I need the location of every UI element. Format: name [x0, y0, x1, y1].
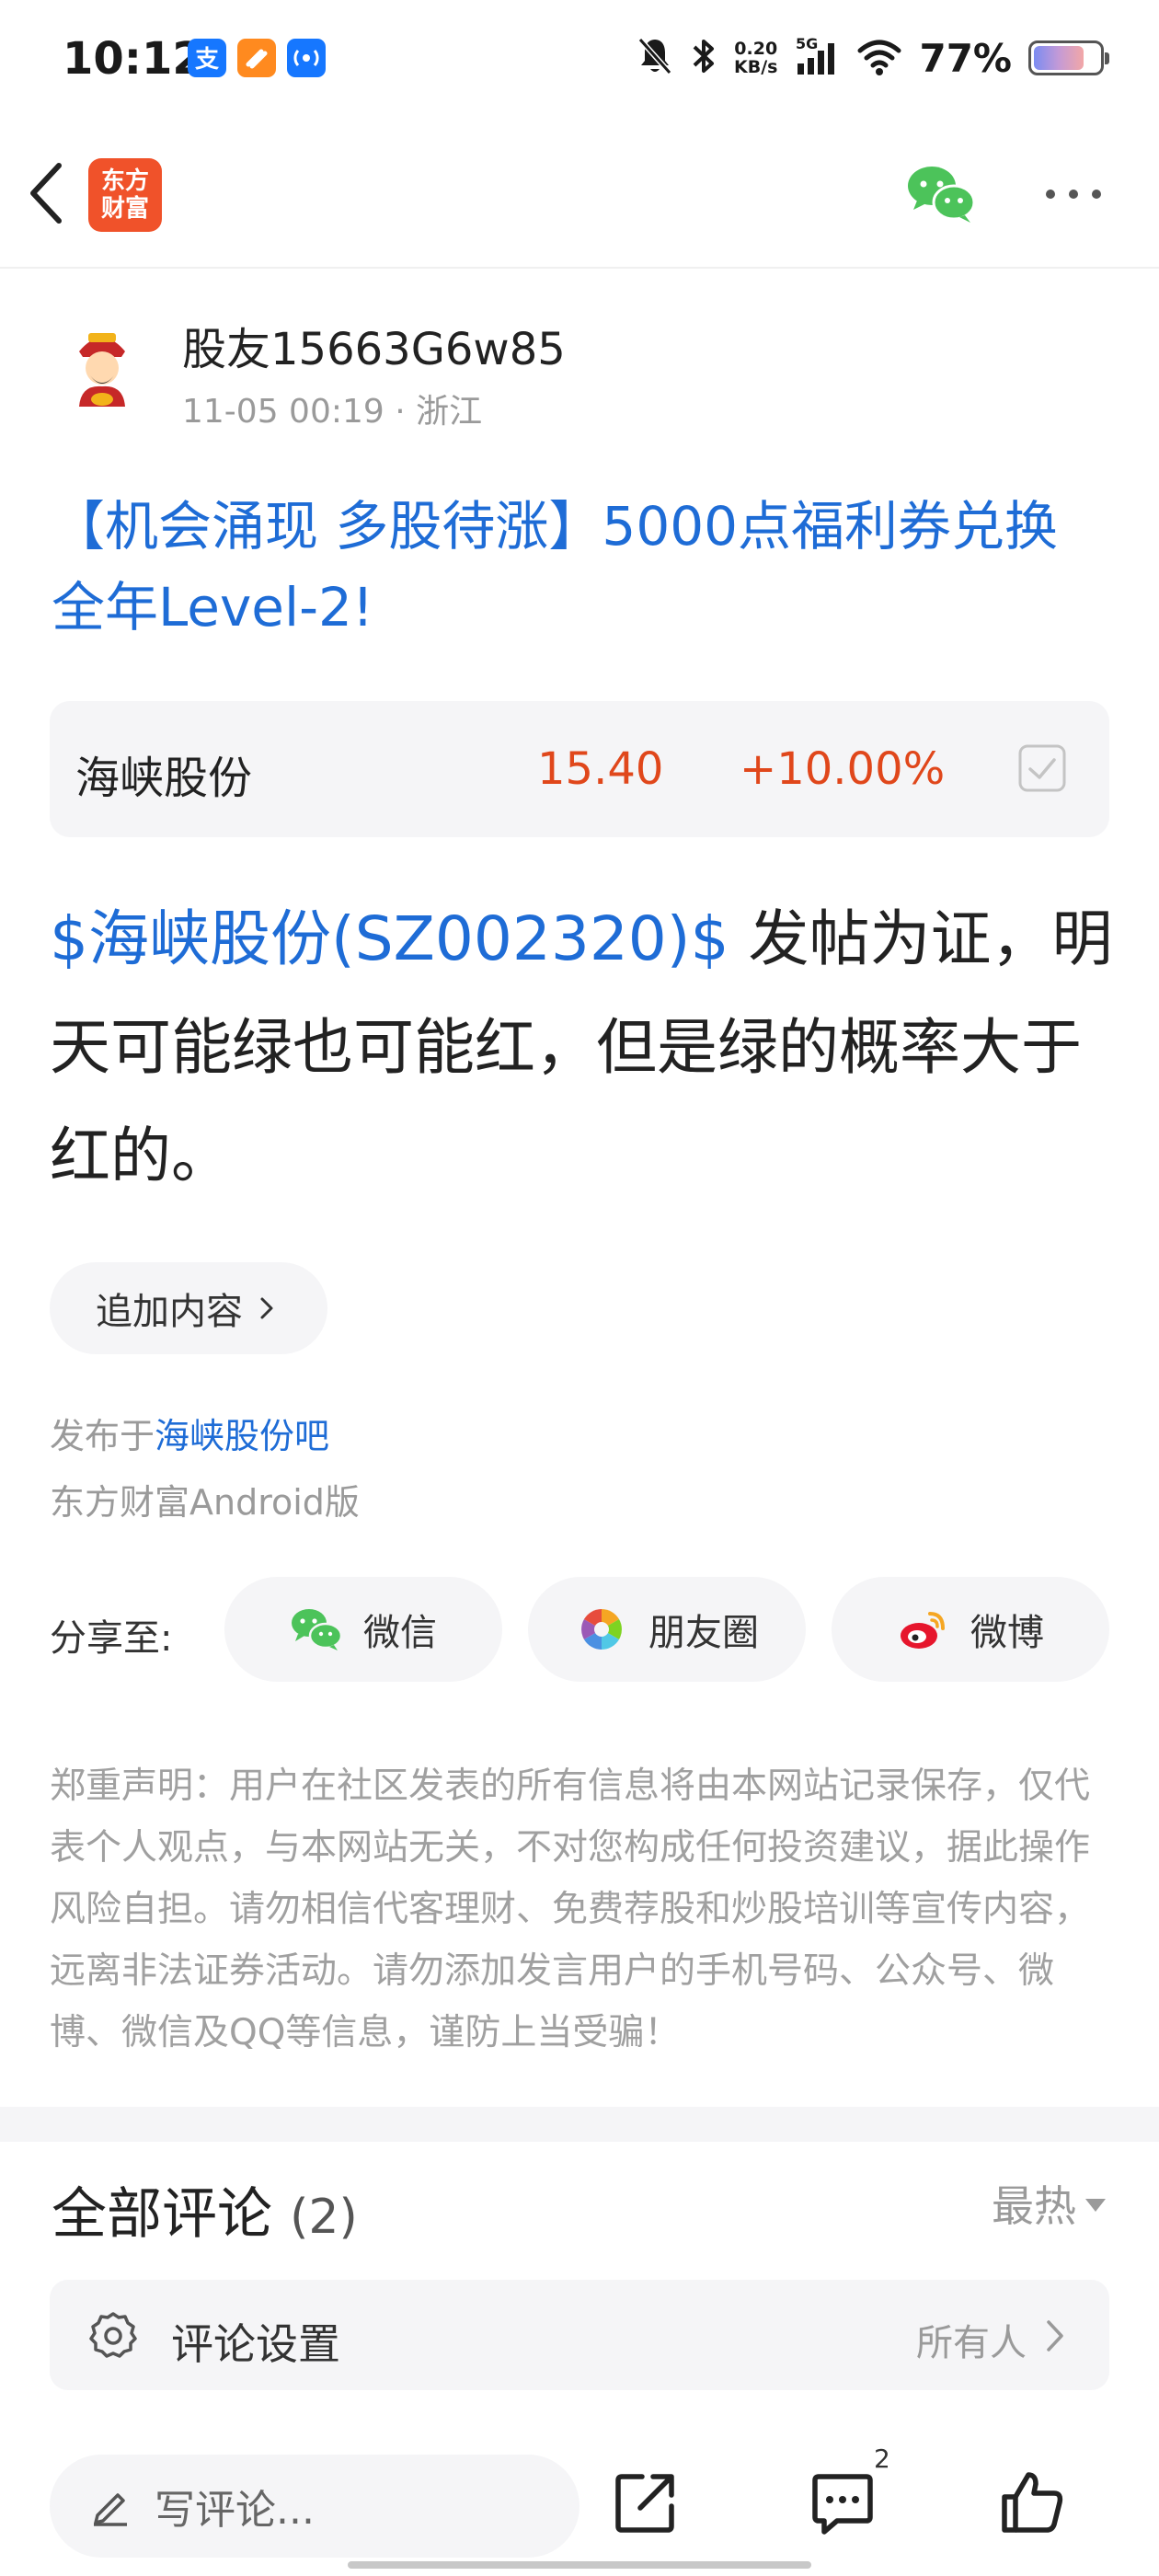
- eastmoney-logo[interactable]: 东方 财富: [88, 158, 162, 232]
- comments-button[interactable]: [806, 2466, 879, 2539]
- svg-text:支: 支: [195, 46, 219, 74]
- comment-count-badge: 2: [874, 2444, 890, 2474]
- network-type: 5G: [796, 36, 818, 52]
- weibo-icon: [901, 1612, 945, 1649]
- back-button[interactable]: [20, 156, 75, 230]
- share-moments-label: 朋友圈: [648, 1612, 759, 1654]
- share-button[interactable]: [609, 2466, 683, 2539]
- bluetooth-icon: [690, 36, 717, 80]
- like-button[interactable]: [995, 2466, 1069, 2539]
- author-name[interactable]: 股友15663G6w85: [182, 313, 566, 377]
- comment-settings-value: 所有人: [916, 2322, 1027, 2364]
- append-content-label: 追加内容: [96, 1291, 243, 1333]
- stock-mention-link[interactable]: $海峡股份(SZ002320)$: [50, 903, 729, 974]
- append-content-button[interactable]: 追加内容: [50, 1262, 327, 1354]
- caret-down-icon: [1085, 2199, 1106, 2212]
- checkbox-icon: [1018, 744, 1066, 792]
- status-indicators: 0.20 KB/s 5G 77%: [637, 35, 1109, 81]
- chevron-left-icon: [30, 163, 62, 224]
- wechat-icon: [908, 167, 976, 223]
- add-watchlist-checkbox[interactable]: [1017, 743, 1067, 793]
- client-info: 东方财富Android版: [50, 1482, 360, 1523]
- post-title[interactable]: 【机会涌现 多股待涨】5000点福利券兑换全年Level-2!: [52, 486, 1109, 648]
- stock-quote-card[interactable]: 海峡股份 15.40 +10.00%: [50, 701, 1109, 837]
- share-weibo-button[interactable]: 微博: [832, 1577, 1109, 1682]
- share-weibo-label: 微博: [970, 1612, 1044, 1654]
- battery-icon: [1028, 40, 1109, 75]
- comment-sort-label: 最热: [992, 2181, 1076, 2231]
- comment-sort-dropdown[interactable]: 最热: [992, 2173, 1106, 2234]
- comment-icon: [812, 2474, 873, 2535]
- comment-settings-label: 评论设置: [171, 2319, 340, 2369]
- home-indicator[interactable]: [348, 2561, 811, 2569]
- status-bar: 10:12 支 0.20 KB/s 5G 77%: [0, 0, 1159, 124]
- forum-link[interactable]: 海峡股份吧: [155, 1416, 329, 1456]
- share-label: 分享至:: [50, 1617, 173, 1660]
- chevron-right-icon: [260, 1297, 273, 1319]
- share-wechat-button[interactable]: 微信: [224, 1577, 502, 1682]
- comment-placeholder: 写评论...: [155, 2487, 315, 2534]
- moments-icon: [581, 1609, 622, 1650]
- post-body: $海峡股份(SZ002320)$ 发帖为证，明天可能绿也可能红，但是绿的概率大于…: [50, 885, 1117, 1211]
- stock-price: 15.40: [537, 743, 664, 795]
- more-options-button[interactable]: [1041, 180, 1106, 208]
- post-meta: 11-05 00:19 · 浙江: [182, 393, 483, 431]
- comments-count: (2): [290, 2190, 358, 2245]
- chevron-right-icon: [1041, 2317, 1069, 2355]
- battery-percentage: 77%: [919, 35, 1012, 81]
- share-wechat-label: 微信: [363, 1612, 437, 1654]
- more-icon: [1046, 190, 1101, 199]
- comment-settings-row[interactable]: 评论设置 所有人: [50, 2280, 1109, 2390]
- stock-change: +10.00%: [740, 743, 946, 795]
- section-separator: [0, 2107, 1159, 2142]
- gear-icon: [86, 2309, 140, 2363]
- wechat-icon: [292, 1609, 343, 1650]
- battery-level: [1034, 46, 1084, 70]
- avatar[interactable]: [52, 315, 153, 416]
- pencil-icon: [94, 2493, 127, 2526]
- share-moments-button[interactable]: 朋友圈: [528, 1577, 806, 1682]
- wifi-icon: [856, 36, 902, 80]
- mute-icon: [637, 36, 673, 80]
- published-in: 发布于海峡股份吧: [50, 1416, 330, 1456]
- wechat-share-button[interactable]: [906, 164, 978, 224]
- cellular-signal-icon: 5G: [794, 35, 840, 80]
- status-time: 10:12: [63, 33, 203, 85]
- thumbs-up-icon: [1002, 2472, 1063, 2533]
- comment-input[interactable]: 写评论...: [50, 2455, 580, 2558]
- stock-name: 海峡股份: [75, 753, 253, 804]
- app-notification-icon: [237, 39, 276, 77]
- share-icon: [615, 2474, 674, 2533]
- nav-divider: [0, 267, 1159, 269]
- hotspot-icon: [287, 39, 326, 77]
- disclaimer-text: 郑重声明：用户在社区发表的所有信息将由本网站记录保存，仅代表个人观点，与本网站无…: [50, 1765, 1091, 2053]
- alipay-icon: 支: [188, 39, 226, 77]
- network-speed: 0.20 KB/s: [734, 39, 778, 77]
- comments-title: 全部评论 (2): [52, 2182, 358, 2247]
